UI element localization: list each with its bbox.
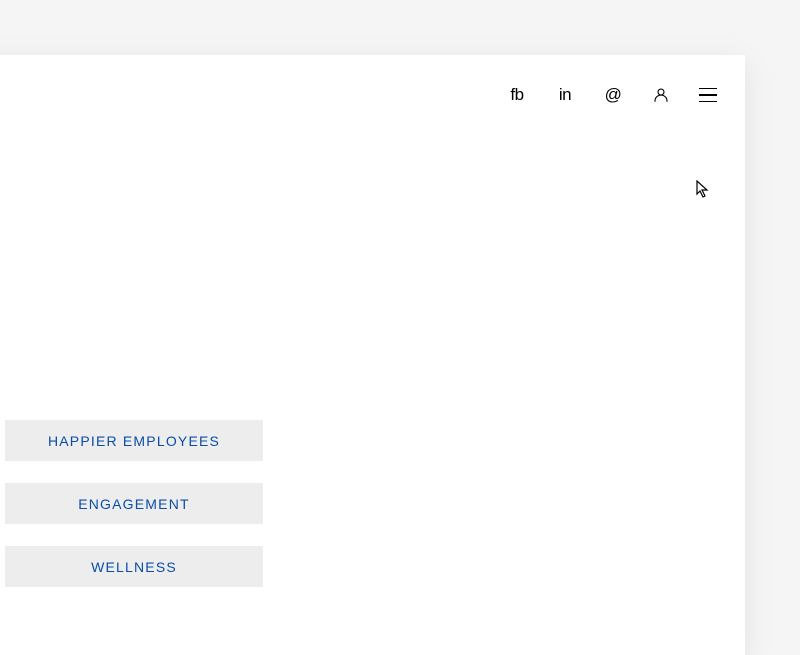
email-icon[interactable]: @ (603, 85, 623, 105)
hamburger-menu-icon[interactable] (699, 88, 717, 103)
wellness-button[interactable]: WELLNESS (5, 546, 263, 587)
engagement-button[interactable]: ENGAGEMENT (5, 483, 263, 524)
linkedin-icon[interactable]: in (555, 85, 575, 105)
button-group: HAPPIER EMPLOYEES ENGAGEMENT WELLNESS (5, 420, 263, 587)
cursor-icon (696, 180, 710, 198)
user-icon[interactable] (651, 85, 671, 105)
top-navigation: fb in @ (507, 85, 717, 105)
happier-employees-button[interactable]: HAPPIER EMPLOYEES (5, 420, 263, 461)
facebook-icon[interactable]: fb (507, 85, 527, 105)
page-container: fb in @ NCE HAPPIER EMPLOYEES ENGAGEMENT… (0, 55, 745, 655)
